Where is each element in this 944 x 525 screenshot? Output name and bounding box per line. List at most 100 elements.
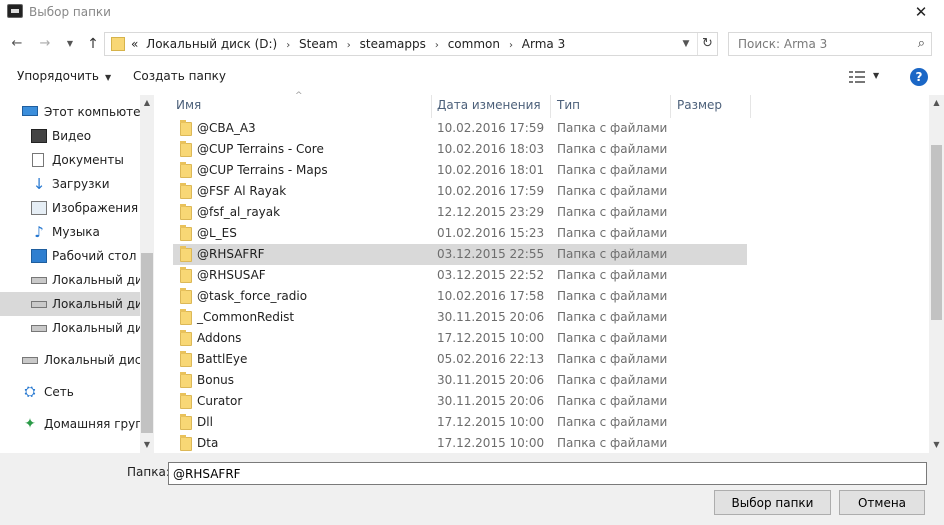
chevron-right-icon[interactable]: › [286,40,290,51]
file-list[interactable]: ^ Имя Дата изменения Тип Размер @CBA_A3 … [154,91,929,453]
file-type: Папка с файлами [557,247,668,261]
breadcrumb-item[interactable]: common [448,37,500,51]
sidebar-item-local-disk-2[interactable]: Локальный диск [0,292,140,316]
close-button[interactable]: ✕ [898,0,944,26]
file-date: 30.11.2015 20:06 [437,394,545,408]
file-name: @L_ES [197,226,237,240]
column-header-type[interactable]: Тип [551,95,671,118]
folder-icon [180,414,192,430]
file-type: Папка с файлами [557,226,668,240]
file-name: Curator [197,394,243,408]
table-row[interactable]: @fsf_al_rayak 12.12.2015 23:29 Папка с ф… [173,202,747,223]
file-name: @CUP Terrains - Core [197,142,324,156]
help-icon[interactable]: ? [910,68,928,86]
cancel-button[interactable]: Отмена [839,490,925,515]
file-name: @fsf_al_rayak [197,205,281,219]
refresh-button[interactable]: ↻ [697,33,717,55]
sidebar-item-this-pc[interactable]: Этот компьютер [0,100,140,124]
table-row-selected[interactable]: @RHSAFRF 03.12.2015 22:55 Папка с файлам… [173,244,747,265]
file-date: 10.02.2016 17:58 [437,289,545,303]
view-dropdown-icon[interactable]: ▼ [873,71,879,80]
sidebar-item-pictures[interactable]: Изображения [0,196,140,220]
view-options-icon[interactable] [849,71,865,83]
sidebar-item-local-disk-1[interactable]: Локальный диск [0,268,140,292]
navigation-pane[interactable]: Этот компьютер Видео Документы ↓ Загрузк… [0,95,154,453]
scroll-up-icon[interactable]: ▲ [140,96,154,110]
table-row[interactable]: Bonus 30.11.2015 20:06 Папка с файлами [173,370,747,391]
scroll-up-icon[interactable]: ▲ [929,96,944,110]
table-row[interactable]: Addons 17.12.2015 10:00 Папка с файлами [173,328,747,349]
sidebar-item-downloads[interactable]: ↓ Загрузки [0,172,140,196]
file-type: Папка с файлами [557,415,668,429]
select-folder-button[interactable]: Выбор папки [714,490,831,515]
forward-button[interactable]: → [36,35,54,53]
file-date: 12.12.2015 23:29 [437,205,545,219]
search-icon[interactable]: ⌕ [918,36,925,51]
column-header-name[interactable]: Имя [170,95,432,118]
sidebar-item-video[interactable]: Видео [0,124,140,148]
scroll-down-icon[interactable]: ▼ [929,438,944,452]
chevron-down-icon: ▼ [104,73,112,82]
file-name: @RHSAFRF [197,247,265,261]
file-type: Папка с файлами [557,331,668,345]
video-icon [31,129,47,143]
folder-icon [180,162,192,178]
search-placeholder: Поиск: Arma 3 [738,37,828,51]
recent-locations-dropdown[interactable]: ▼ [61,35,79,53]
sidebar-item-local-disk-3[interactable]: Локальный диск [0,316,140,340]
scroll-down-icon[interactable]: ▼ [140,438,154,452]
downloads-icon: ↓ [32,175,46,193]
table-row[interactable]: Dll 17.12.2015 10:00 Папка с файлами [173,412,747,433]
sidebar-item-music[interactable]: ♪ Музыка [0,220,140,244]
chevron-down-icon[interactable]: ▼ [677,35,695,53]
app-icon [7,4,23,18]
file-name: BattlEye [197,352,248,366]
address-bar[interactable]: « Локальный диск (D:) › Steam › steamapps ›… [104,32,718,56]
sidebar-item-network[interactable]: ⛭ Сеть [0,380,140,404]
organize-label: Упорядочить [17,69,99,83]
up-button[interactable]: ↑ [84,35,102,53]
file-date: 17.12.2015 10:00 [437,436,545,450]
table-row[interactable]: @RHSUSAF 03.12.2015 22:52 Папка с файлам… [173,265,747,286]
file-date: 17.12.2015 10:00 [437,331,545,345]
column-header-size[interactable]: Размер [671,95,751,118]
chevron-right-icon[interactable]: › [347,40,351,51]
sidebar-item-desktop[interactable]: Рабочий стол [0,244,140,268]
breadcrumb-item[interactable]: Локальный диск (D:) [146,37,277,51]
sidebar-item-local-disk-4[interactable]: Локальный диск [0,348,140,372]
sidebar-item-homegroup[interactable]: ✦ Домашняя группа [0,412,140,436]
breadcrumb-item[interactable]: Steam [299,37,338,51]
table-row[interactable]: @CBA_A3 10.02.2016 17:59 Папка с файлами [173,118,747,139]
chevron-right-icon[interactable]: › [509,40,513,51]
table-row[interactable]: BattlEye 05.02.2016 22:13 Папка с файлам… [173,349,747,370]
sidebar-item-label: Домашняя группа [44,417,140,431]
sidebar-scroll-thumb[interactable] [141,253,153,433]
file-list-scroll-thumb[interactable] [931,145,942,320]
table-row[interactable]: @CUP Terrains - Core 10.02.2016 18:03 Па… [173,139,747,160]
back-button[interactable]: ← [8,35,26,53]
search-input[interactable]: Поиск: Arma 3 ⌕ [728,32,932,56]
table-row[interactable]: _CommonRedist 30.11.2015 20:06 Папка с ф… [173,307,747,328]
table-row[interactable]: @task_force_radio 10.02.2016 17:58 Папка… [173,286,747,307]
table-row[interactable]: @FSF Al Rayak 10.02.2016 17:59 Папка с ф… [173,181,747,202]
column-header-date[interactable]: Дата изменения [431,95,551,118]
file-date: 10.02.2016 18:03 [437,142,545,156]
sidebar-item-documents[interactable]: Документы [0,148,140,172]
table-row[interactable]: @CUP Terrains - Maps 10.02.2016 18:01 Па… [173,160,747,181]
new-folder-button[interactable]: Создать папку [133,69,226,83]
table-row[interactable]: Dta 17.12.2015 10:00 Папка с файлами [173,433,747,453]
folder-name-field[interactable] [168,462,927,485]
file-name: @CBA_A3 [197,121,256,135]
breadcrumb-item[interactable]: steamapps [360,37,426,51]
file-type: Папка с файлами [557,205,668,219]
breadcrumb-item[interactable]: Arma 3 [522,37,565,51]
table-row[interactable]: Curator 30.11.2015 20:06 Папка с файлами [173,391,747,412]
file-list-scrollbar[interactable]: ▲ ▼ [929,95,944,453]
organize-button[interactable]: Упорядочить ▼ [17,69,111,83]
folder-icon [180,393,192,409]
table-row[interactable]: @L_ES 01.02.2016 15:23 Папка с файлами [173,223,747,244]
sidebar-scrollbar[interactable]: ▲ ▼ [140,95,154,453]
breadcrumb-overflow[interactable]: « [131,37,138,51]
pictures-icon [31,201,47,215]
chevron-right-icon[interactable]: › [435,40,439,51]
